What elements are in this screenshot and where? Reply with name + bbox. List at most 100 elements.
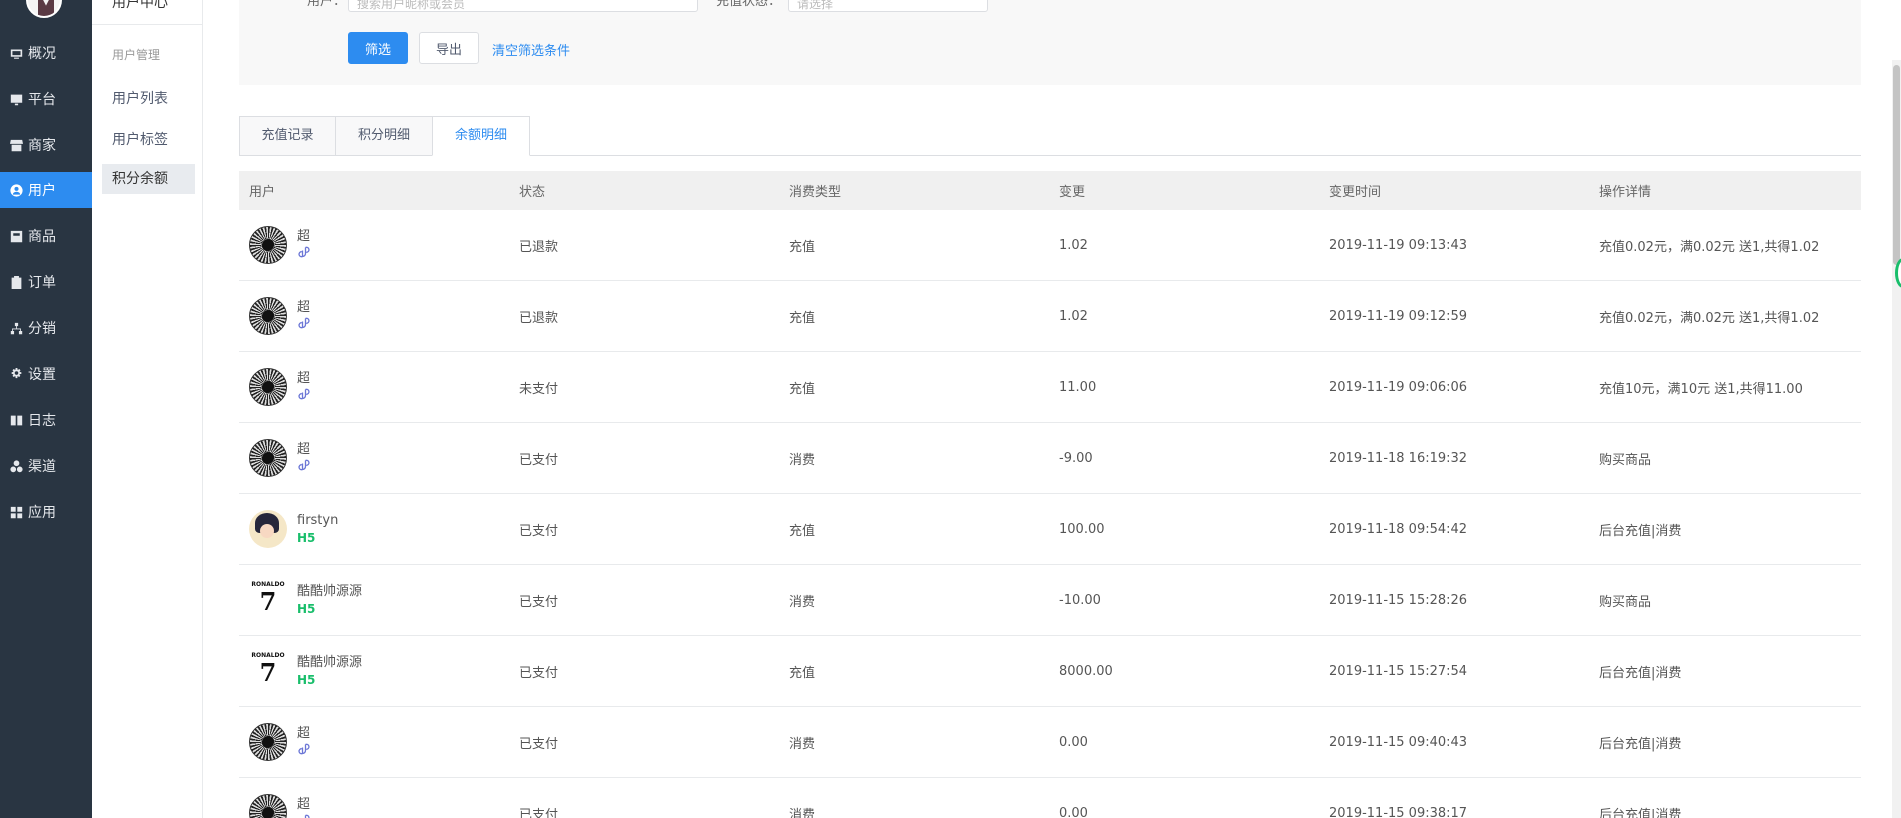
miniapp-icon — [297, 742, 311, 760]
sidebar-item-log[interactable]: 日志 — [0, 402, 92, 438]
change-cell: -10.00 — [1059, 592, 1101, 608]
time-cell: 2019-11-15 15:27:54 — [1329, 663, 1468, 679]
type-cell: 消费 — [789, 807, 816, 818]
status-cell: 已支付 — [519, 665, 559, 681]
user-avatar[interactable] — [249, 226, 287, 264]
user-name[interactable]: 超 — [297, 370, 311, 387]
user-platform — [297, 245, 311, 262]
sub-sidebar: 用户中心 用户管理 用户列表 用户标签 积分余额 — [92, 0, 203, 818]
user-platform — [297, 813, 311, 818]
miniapp-icon — [297, 458, 311, 476]
main-sidebar: 概况 平台 商家 用户 商品 订单 分销 设置 日志 渠道 应用 — [0, 0, 92, 818]
table-row: 超已退款 充值 1.02 2019-11-19 09:13:43 充值0.02元，满0.… — [239, 210, 1861, 281]
export-button[interactable]: 导出 — [419, 32, 479, 64]
filter-button[interactable]: 筛选 — [348, 32, 408, 64]
user-name[interactable]: firstyn — [297, 512, 338, 529]
user-name[interactable]: 超 — [297, 441, 311, 458]
hierarchy-icon — [9, 321, 23, 335]
product-icon — [9, 229, 23, 243]
main-content: 用户： 搜索用户昵称或会员 充值状态： 请选择 筛选 导出 清空筛选条件 充值记… — [203, 0, 1901, 818]
user-platform — [297, 316, 311, 333]
user-avatar[interactable] — [249, 297, 287, 335]
admin-avatar[interactable] — [26, 0, 62, 18]
user-name[interactable]: 酷酷帅源源 — [297, 654, 362, 671]
user-name[interactable]: 超 — [297, 228, 311, 245]
user-info: 超 — [297, 370, 311, 404]
user-avatar[interactable] — [249, 439, 287, 477]
sidebar-item-order[interactable]: 订单 — [0, 264, 92, 300]
book-icon — [9, 413, 23, 427]
clipboard-icon — [9, 275, 23, 289]
user-avatar[interactable]: RONALDO 7 — [249, 581, 287, 619]
sidebar-item-platform[interactable]: 平台 — [0, 81, 92, 117]
user-avatar[interactable] — [249, 368, 287, 406]
user-avatar[interactable] — [249, 510, 287, 548]
sub-item-points-balance[interactable]: 积分余额 — [102, 164, 195, 194]
change-cell: 0.00 — [1059, 734, 1088, 750]
user-avatar[interactable] — [249, 794, 287, 818]
detail-cell: 充值0.02元，满0.02元 送1,共得1.02 — [1599, 239, 1820, 255]
change-cell: 100.00 — [1059, 521, 1105, 537]
user-name[interactable]: 超 — [297, 725, 311, 742]
user-cell: 超 — [239, 723, 509, 761]
sidebar-item-apps[interactable]: 应用 — [0, 494, 92, 530]
column-header-time: 变更时间 — [1329, 185, 1382, 200]
status-cell: 已退款 — [519, 310, 559, 326]
sidebar-item-distribution[interactable]: 分销 — [0, 310, 92, 346]
user-name[interactable]: 酷酷帅源源 — [297, 583, 362, 600]
tab-recharge-records[interactable]: 充值记录 — [239, 116, 336, 156]
sub-item-user-tags[interactable]: 用户标签 — [102, 125, 195, 155]
column-header-type: 消费类型 — [789, 185, 842, 200]
type-cell: 消费 — [789, 452, 816, 468]
status-cell: 未支付 — [519, 381, 559, 397]
h5-platform-badge: H5 — [297, 601, 316, 616]
sidebar-item-overview[interactable]: 概况 — [0, 35, 92, 71]
user-name[interactable]: 超 — [297, 796, 311, 813]
user-filter-label: 用户： — [307, 0, 347, 9]
sidebar-item-settings[interactable]: 设置 — [0, 356, 92, 392]
status-cell: 已支付 — [519, 736, 559, 752]
status-cell: 已支付 — [519, 807, 559, 818]
detail-cell: 购买商品 — [1599, 594, 1652, 610]
miniapp-icon — [297, 316, 311, 334]
sidebar-item-label: 商品 — [28, 229, 56, 245]
time-cell: 2019-11-19 09:06:06 — [1329, 379, 1468, 395]
user-icon — [9, 183, 23, 197]
tab-balance-details[interactable]: 余额明细 — [432, 116, 530, 156]
user-cell: firstyn H5 — [239, 510, 509, 548]
detail-cell: 后台充值|消费 — [1599, 736, 1682, 752]
user-platform: H5 — [297, 671, 362, 688]
user-cell: 超 — [239, 226, 509, 264]
change-cell: 0.00 — [1059, 805, 1088, 818]
sub-sidebar-group-label: 用户管理 — [112, 48, 161, 62]
detail-cell: 后台充值|消费 — [1599, 523, 1682, 539]
dashboard-icon — [9, 46, 23, 60]
scrollbar-thumb[interactable] — [1893, 65, 1900, 265]
detail-cell: 充值10元，满10元 送1,共得11.00 — [1599, 381, 1803, 397]
user-avatar[interactable] — [249, 723, 287, 761]
sidebar-item-merchant[interactable]: 商家 — [0, 127, 92, 163]
sidebar-item-label: 用户 — [28, 183, 56, 199]
user-avatar[interactable]: RONALDO 7 — [249, 652, 287, 690]
sidebar-item-product[interactable]: 商品 — [0, 218, 92, 254]
time-cell: 2019-11-18 16:19:32 — [1329, 450, 1468, 466]
user-cell: 超 — [239, 439, 509, 477]
sidebar-item-user[interactable]: 用户 — [0, 172, 92, 208]
time-cell: 2019-11-15 15:28:26 — [1329, 592, 1468, 608]
user-search-input[interactable]: 搜索用户昵称或会员 — [348, 0, 698, 12]
store-icon — [9, 138, 23, 152]
type-cell: 充值 — [789, 523, 816, 539]
sub-item-user-list[interactable]: 用户列表 — [102, 84, 195, 114]
tab-points-details[interactable]: 积分明细 — [335, 116, 433, 156]
user-name[interactable]: 超 — [297, 299, 311, 316]
detail-cell: 后台充值|消费 — [1599, 807, 1682, 818]
balance-table: 用户 状态 消费类型 变更 变更时间 操作详情 超已退款 充值 1.02 2019-1… — [239, 171, 1861, 818]
user-platform: H5 — [297, 600, 362, 617]
sidebar-item-channel[interactable]: 渠道 — [0, 448, 92, 484]
sub-sidebar-title: 用户中心 — [112, 0, 168, 11]
sidebar-item-label: 应用 — [28, 505, 56, 521]
status-select[interactable]: 请选择 — [788, 0, 988, 12]
h5-platform-badge: H5 — [297, 672, 316, 687]
type-cell: 消费 — [789, 594, 816, 610]
clear-filters-link[interactable]: 清空筛选条件 — [492, 40, 570, 59]
